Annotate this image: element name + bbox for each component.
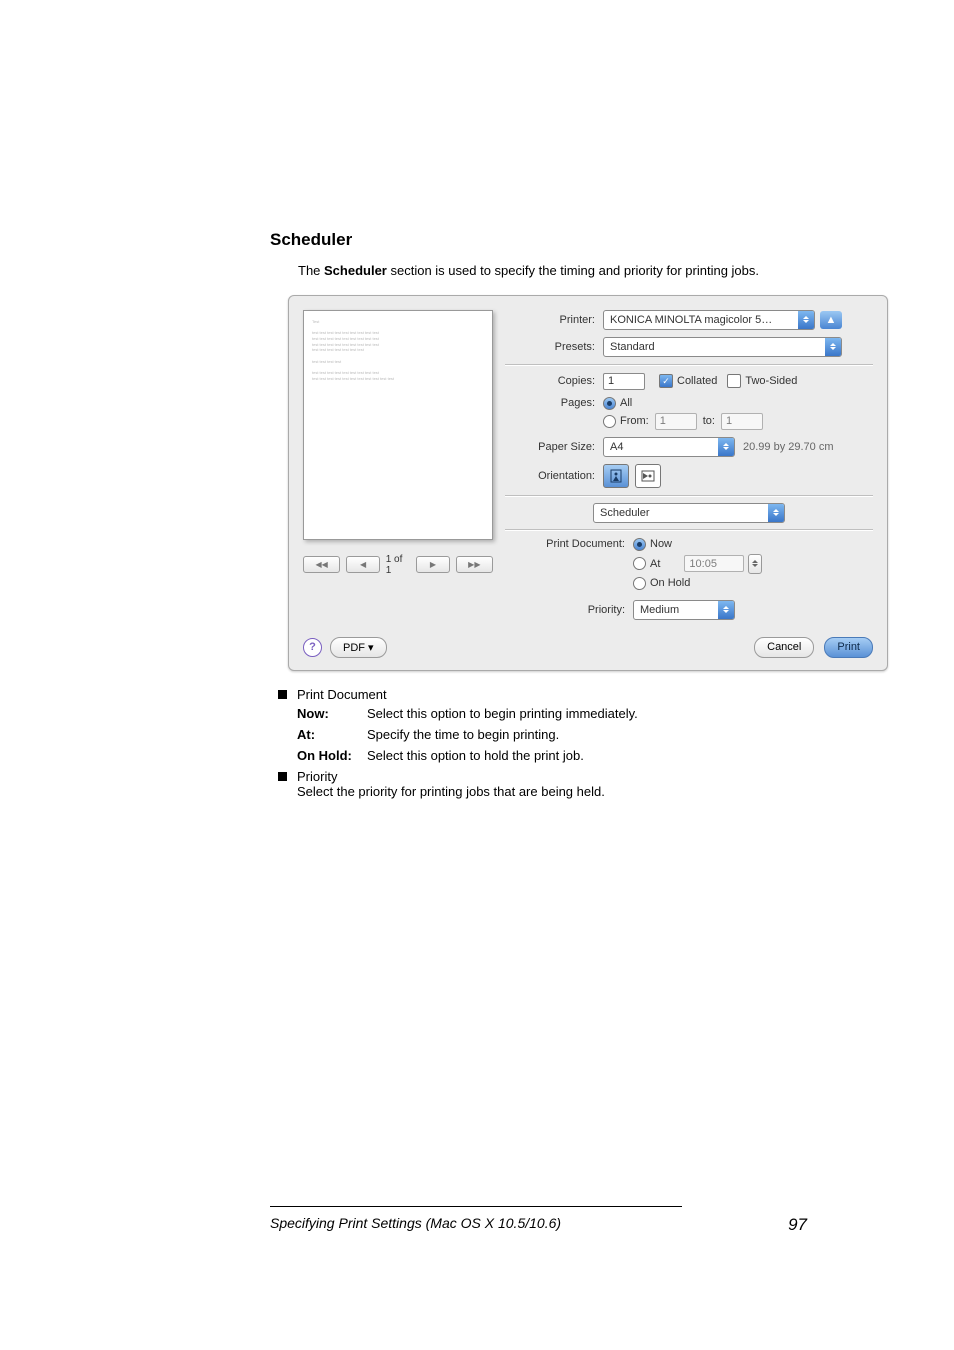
page-footer: Specifying Print Settings (Mac OS X 10.5…: [270, 1206, 807, 1235]
preview-page: Test test test test test test test test …: [303, 310, 493, 540]
printer-info-button[interactable]: ▲: [820, 311, 842, 329]
print-dialog: Test test test test test test test test …: [288, 295, 888, 671]
priority-bullet: Priority Select the priority for printin…: [278, 769, 809, 799]
bullet-icon: [278, 772, 287, 781]
pages-label: Pages:: [505, 397, 603, 409]
first-page-button[interactable]: ◀◀: [303, 556, 340, 573]
two-sided-checkbox[interactable]: Two-Sided: [727, 374, 797, 388]
print-document-label: Print Document:: [505, 538, 633, 550]
presets-label: Presets:: [505, 341, 603, 353]
intro-text: The Scheduler section is used to specify…: [298, 262, 809, 281]
print-on-hold-radio[interactable]: On Hold: [633, 577, 690, 590]
orientation-portrait[interactable]: [603, 464, 629, 488]
time-stepper[interactable]: [748, 554, 762, 574]
prev-page-button[interactable]: ◀: [346, 556, 379, 573]
presets-select[interactable]: Standard: [603, 337, 842, 357]
dropdown-arrows-icon: [718, 438, 734, 456]
opt-now: Now:Select this option to begin printing…: [297, 706, 809, 721]
bullet-icon: [278, 690, 287, 699]
dropdown-arrows-icon: [825, 338, 841, 356]
cancel-button[interactable]: Cancel: [754, 637, 814, 658]
preview-pane: Test test test test test test test test …: [303, 310, 493, 627]
print-at-time[interactable]: 10:05: [684, 555, 744, 572]
pages-to-input[interactable]: 1: [721, 413, 763, 430]
pages-from-input[interactable]: 1: [655, 413, 697, 430]
copies-input[interactable]: 1: [603, 373, 645, 390]
page-nav: ◀◀ ◀ 1 of 1 ▶ ▶▶: [303, 554, 493, 576]
next-page-button[interactable]: ▶: [416, 556, 449, 573]
print-document-bullet: Print Document: [278, 687, 809, 702]
last-page-button[interactable]: ▶▶: [456, 556, 493, 573]
print-button[interactable]: Print: [824, 637, 873, 658]
orientation-landscape[interactable]: [635, 464, 661, 488]
printer-select[interactable]: KONICA MINOLTA magicolor 5…: [603, 310, 815, 330]
footer-page-number: 97: [788, 1215, 807, 1235]
pdf-button[interactable]: PDF ▾: [330, 637, 387, 658]
opt-on-hold: On Hold:Select this option to hold the p…: [297, 748, 809, 763]
printer-label: Printer:: [505, 314, 603, 326]
section-heading: Scheduler: [270, 230, 809, 250]
priority-select[interactable]: Medium: [633, 600, 735, 620]
paper-dimensions: 20.99 by 29.70 cm: [743, 441, 834, 453]
opt-at: At:Specify the time to begin printing.: [297, 727, 809, 742]
pages-from-radio[interactable]: From:: [603, 415, 649, 428]
page-indicator: 1 of 1: [386, 554, 411, 576]
print-now-radio[interactable]: Now: [633, 538, 672, 551]
settings-pane: Printer: KONICA MINOLTA magicolor 5… ▲ P…: [505, 310, 873, 627]
pages-all-radio[interactable]: All: [603, 397, 632, 410]
help-button[interactable]: ?: [303, 638, 322, 657]
priority-label: Priority:: [505, 604, 633, 616]
dropdown-arrows-icon: [768, 504, 784, 522]
paper-size-label: Paper Size:: [505, 441, 603, 453]
collated-checkbox[interactable]: ✓Collated: [659, 374, 717, 388]
orientation-label: Orientation:: [505, 470, 603, 482]
dropdown-arrows-icon: [718, 601, 734, 619]
print-at-radio[interactable]: At: [633, 557, 660, 570]
to-label: to:: [703, 415, 715, 427]
dropdown-arrows-icon: [798, 311, 814, 329]
paper-size-select[interactable]: A4: [603, 437, 735, 457]
footer-title: Specifying Print Settings (Mac OS X 10.5…: [270, 1215, 561, 1231]
panel-select[interactable]: Scheduler: [593, 503, 785, 523]
copies-label: Copies:: [505, 375, 603, 387]
